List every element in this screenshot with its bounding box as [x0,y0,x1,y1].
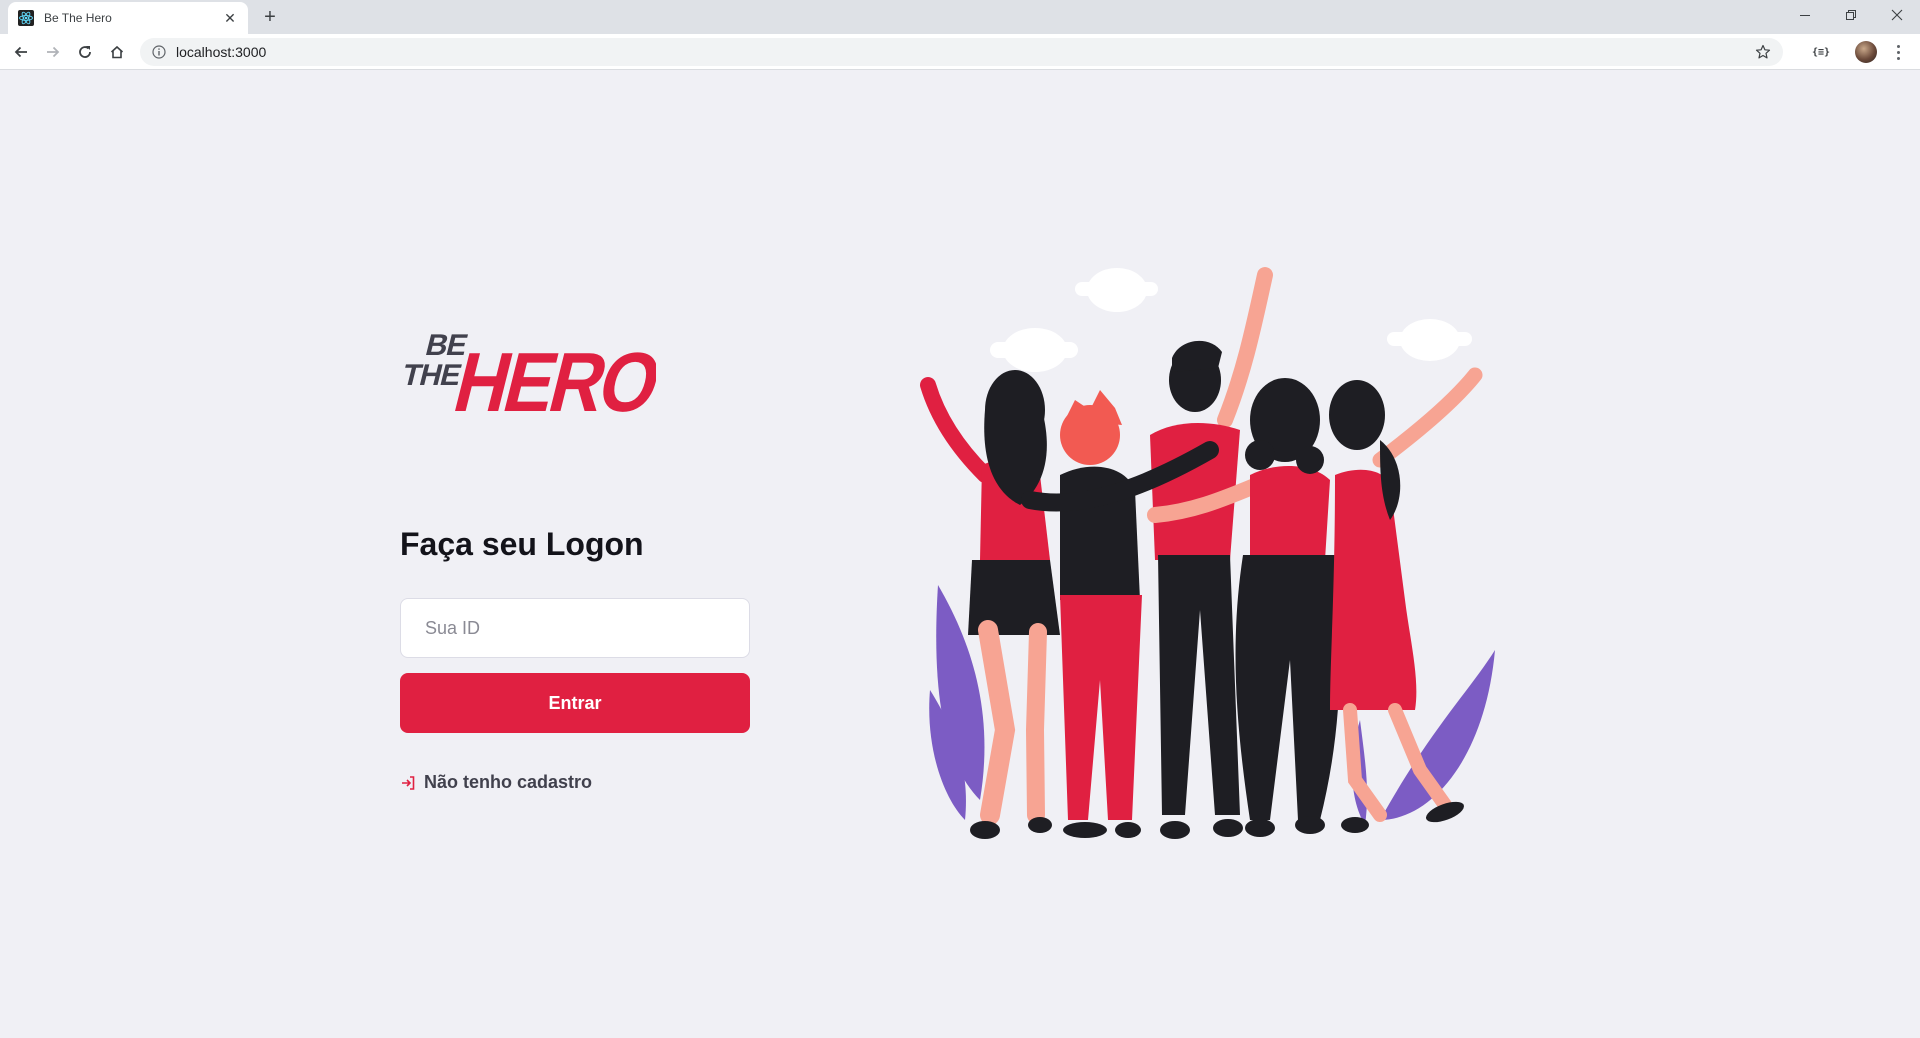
cloud-icon [990,328,1078,372]
close-window-icon[interactable] [1874,0,1920,30]
person-4 [1235,378,1340,837]
cloud-icon [1075,268,1158,312]
back-arrow-icon[interactable] [9,40,33,64]
reload-icon[interactable] [73,40,97,64]
extension-button[interactable]: {≡} [1810,42,1832,62]
browser-menu-icon[interactable] [1888,42,1908,62]
ong-id-input[interactable] [400,598,750,658]
restore-icon[interactable] [1828,0,1874,30]
cloud-icon [1387,319,1472,361]
log-in-icon [400,775,416,791]
react-favicon-icon [18,10,34,26]
tab-close-icon[interactable]: ✕ [222,10,238,26]
tab-title: Be The Hero [44,11,112,25]
browser-tab-strip: Be The Hero ✕ + [0,0,1920,34]
bookmark-star-icon[interactable] [1753,42,1773,62]
heroes-group-illustration [920,267,1495,839]
be-the-hero-logo: BE THE HERO [400,328,656,425]
page-title: Faça seu Logon [400,526,644,562]
browser-tab[interactable]: Be The Hero ✕ [8,2,248,34]
profile-avatar[interactable] [1855,41,1877,63]
address-bar[interactable]: localhost:3000 [140,38,1783,66]
submit-button[interactable]: Entrar [400,673,750,733]
home-icon[interactable] [105,40,129,64]
forward-arrow-icon[interactable] [41,40,65,64]
url-text: localhost:3000 [176,44,267,60]
register-link[interactable]: Não tenho cadastro [400,772,592,793]
new-tab-button[interactable]: + [259,6,281,28]
site-info-icon[interactable] [152,45,166,59]
minimize-icon[interactable] [1782,0,1828,30]
person-2 [1060,390,1142,838]
logo-hero-text: HERO [445,336,656,425]
register-link-label: Não tenho cadastro [424,772,593,792]
browser-toolbar: localhost:3000 {≡} [0,34,1920,70]
